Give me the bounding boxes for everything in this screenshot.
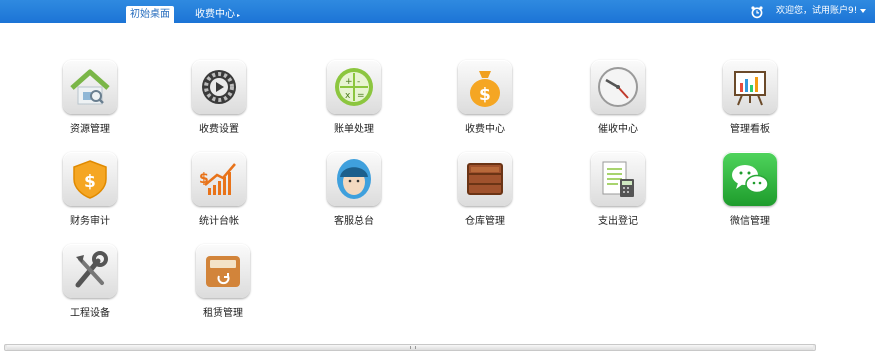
tab-desktop-label: 初始桌面	[130, 9, 170, 20]
house-icon	[63, 60, 117, 114]
app-label: 收费中心	[465, 124, 505, 135]
app-customer-service-desk[interactable]: 客服总台	[309, 152, 399, 232]
welcome-text: 欢迎您，试用账户9!	[776, 6, 858, 16]
dollar-shield-icon: $	[63, 152, 117, 206]
app-label: 工程设备	[70, 308, 110, 319]
wooden-crate-icon	[458, 152, 512, 206]
app-label: 租赁管理	[203, 308, 243, 319]
tab-caret-icon: ▸	[237, 12, 241, 19]
svg-text:-: -	[357, 77, 360, 87]
app-label: 催收中心	[598, 124, 638, 135]
app-billing-settings[interactable]: 收费设置	[174, 60, 264, 140]
alarm-clock-icon[interactable]	[750, 4, 764, 19]
app-collection-center[interactable]: 催收中心	[573, 60, 663, 140]
app-management-dashboard[interactable]: 管理看板	[705, 60, 795, 140]
scrollbar-thumb[interactable]	[7, 345, 813, 350]
app-warehouse-management[interactable]: 仓库管理	[440, 152, 530, 232]
dropdown-caret-icon	[860, 8, 867, 13]
app-label: 资源管理	[70, 124, 110, 135]
headset-agent-icon	[327, 152, 381, 206]
app-expense-registration[interactable]: 支出登记	[573, 152, 663, 232]
svg-text:+: +	[345, 77, 353, 87]
tab-billing-center-label: 收费中心	[195, 9, 235, 20]
user-menu[interactable]: 欢迎您，试用账户9!	[776, 4, 867, 18]
money-bag-icon: $	[458, 60, 512, 114]
tab-billing-center[interactable]: 收费中心 ▸	[189, 6, 246, 23]
app-statistics-ledger[interactable]: $ 统计台帐	[174, 152, 264, 232]
app-label: 仓库管理	[465, 216, 505, 227]
scrollbar-grip-icon	[410, 346, 416, 349]
app-label: 财务审计	[70, 216, 110, 227]
easel-chart-icon	[723, 60, 777, 114]
svg-text:$: $	[199, 171, 209, 187]
app-resource-management[interactable]: 资源管理	[45, 60, 135, 140]
app-label: 支出登记	[598, 216, 638, 227]
svg-text:$: $	[84, 172, 96, 192]
wechat-icon	[723, 152, 777, 206]
clock-icon	[591, 60, 645, 114]
app-bill-processing[interactable]: + - x = 账单处理	[309, 60, 399, 140]
app-engineering-equipment[interactable]: 工程设备	[45, 244, 135, 324]
svg-text:=: =	[357, 91, 365, 101]
calculator-icon: + - x =	[327, 60, 381, 114]
svg-text:x: x	[345, 91, 351, 101]
app-wechat-management[interactable]: 微信管理	[705, 152, 795, 232]
tab-desktop[interactable]: 初始桌面	[126, 6, 174, 23]
app-label: 客服总台	[334, 216, 374, 227]
top-bar: 初始桌面 收费中心 ▸ 欢迎您，试用账户9!	[0, 0, 875, 23]
app-label: 收费设置	[199, 124, 239, 135]
app-financial-audit[interactable]: $ 财务审计	[45, 152, 135, 232]
app-lease-management[interactable]: 租赁管理	[178, 244, 268, 324]
app-billing-center[interactable]: $ 收费中心	[440, 60, 530, 140]
storage-box-icon	[196, 244, 250, 298]
tools-icon	[63, 244, 117, 298]
app-label: 管理看板	[730, 124, 770, 135]
horizontal-scrollbar[interactable]	[4, 344, 816, 351]
app-label: 账单处理	[334, 124, 374, 135]
growth-chart-icon: $	[192, 152, 246, 206]
gear-icon	[192, 60, 246, 114]
app-label: 统计台帐	[199, 216, 239, 227]
ledger-calculator-icon	[591, 152, 645, 206]
app-label: 微信管理	[730, 216, 770, 227]
svg-text:$: $	[479, 85, 491, 105]
